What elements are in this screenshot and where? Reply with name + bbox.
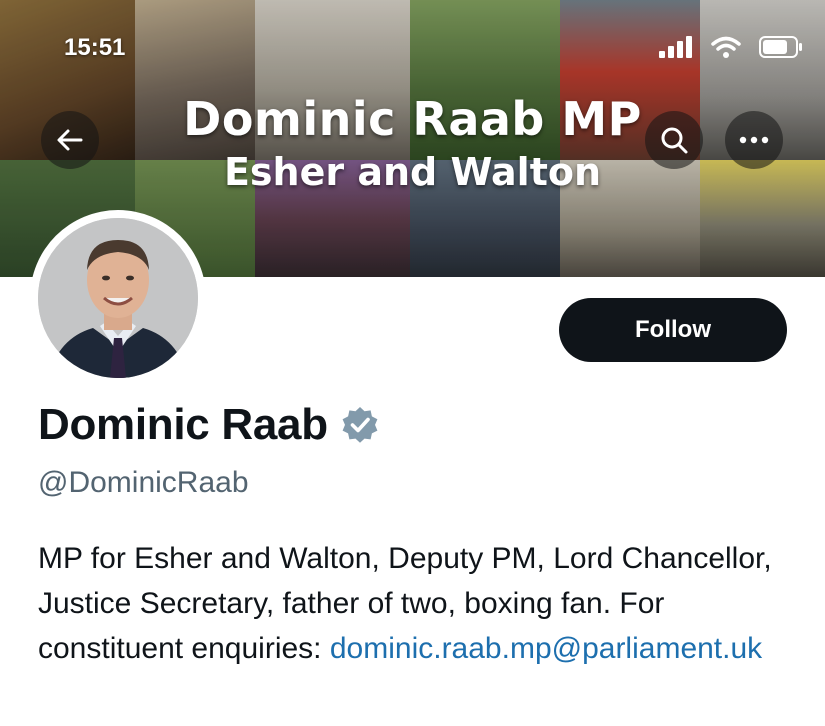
handle: @DominicRaab (38, 466, 249, 499)
arrow-left-icon (57, 129, 83, 151)
verified-badge-icon[interactable] (340, 405, 380, 445)
avatar[interactable] (30, 210, 206, 386)
avatar-photo (38, 218, 198, 378)
portrait-image (38, 218, 198, 378)
profile-name-row: Dominic Raab (38, 400, 380, 450)
battery-icon (759, 36, 802, 58)
status-icons (659, 36, 803, 58)
signal-icon (659, 36, 692, 58)
bio-email-link[interactable]: dominic.raab.mp@parliament.uk (330, 632, 762, 665)
follow-button[interactable]: Follow (559, 298, 787, 362)
display-name: Dominic Raab (38, 400, 328, 449)
search-button[interactable] (645, 111, 703, 169)
bio: MP for Esher and Walton, Deputy PM, Lord… (38, 536, 808, 671)
more-button[interactable] (725, 111, 783, 169)
search-icon (661, 127, 688, 154)
back-button[interactable] (41, 111, 99, 169)
banner-subtitle: Esher and Walton (223, 150, 602, 194)
status-time: 15:51 (64, 34, 126, 61)
wifi-icon (711, 36, 741, 58)
more-horizontal-icon (739, 136, 769, 144)
